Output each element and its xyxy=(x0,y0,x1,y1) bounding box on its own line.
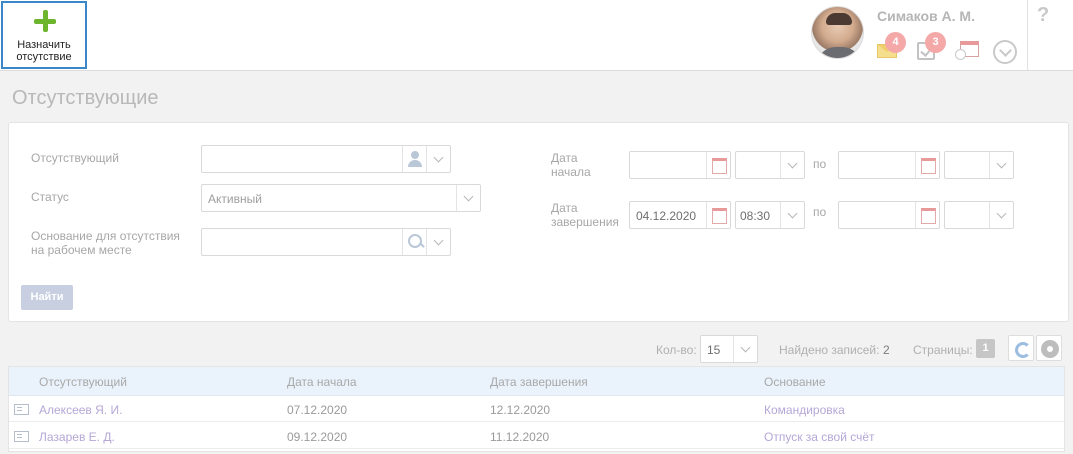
absent-name-link[interactable]: Лазарев Е. Д. xyxy=(39,430,115,444)
new-absence-label: Назначить отсутствие xyxy=(16,39,72,63)
calendar-icon[interactable] xyxy=(706,202,730,228)
reason-field[interactable] xyxy=(201,228,451,256)
find-button[interactable]: Найти xyxy=(21,285,73,310)
chevron-down-icon[interactable] xyxy=(456,185,480,211)
status-label: Статус xyxy=(31,190,69,204)
mail-count-badge: 4 xyxy=(885,32,906,53)
reason-link[interactable]: Отпуск за свой счёт xyxy=(764,430,875,444)
clock-icon xyxy=(955,49,966,60)
pages-label: Страницы: xyxy=(913,343,973,357)
person-icon[interactable] xyxy=(402,146,426,172)
avatar[interactable] xyxy=(811,6,864,59)
chevron-down-icon[interactable] xyxy=(780,202,804,228)
count-label: Кол-во: xyxy=(656,343,697,357)
start-time-to-select[interactable] xyxy=(944,151,1014,179)
start-date-from-field[interactable] xyxy=(629,151,731,179)
end-date-to-field[interactable] xyxy=(838,201,940,229)
column-header-start[interactable]: Дата начала xyxy=(287,375,357,389)
status-select[interactable]: Активный xyxy=(201,184,481,212)
refresh-icon[interactable] xyxy=(1008,335,1034,361)
chevron-down-icon[interactable] xyxy=(989,202,1013,228)
gear-icon[interactable] xyxy=(1036,335,1062,361)
start-date-label: Дата начала xyxy=(551,151,591,179)
count-select[interactable]: 15 xyxy=(700,335,758,363)
column-header-absent[interactable]: Отсутствующий xyxy=(39,375,127,389)
end-date-from-value: 04.12.2020 xyxy=(636,209,697,223)
top-bar: Назначить отсутствие Симаков А. М. 4 3 ? xyxy=(0,0,1073,71)
column-header-reason[interactable]: Основание xyxy=(764,375,826,389)
start-date-cell: 09.12.2020 xyxy=(287,430,348,444)
end-date-cell: 11.12.2020 xyxy=(490,430,550,444)
absent-field[interactable] xyxy=(201,145,451,173)
absent-label: Отсутствующий xyxy=(31,151,119,165)
calendar-icon[interactable] xyxy=(915,202,939,228)
start-time-from-select[interactable] xyxy=(735,151,805,179)
calendar-icon[interactable] xyxy=(955,41,979,61)
start-date-cell: 07.12.2020 xyxy=(287,403,348,417)
user-name[interactable]: Симаков А. М. xyxy=(877,8,975,24)
absences-table: Отсутствующий Дата начала Дата завершени… xyxy=(8,366,1065,452)
found-value: 2 xyxy=(883,343,890,357)
search-icon[interactable] xyxy=(402,229,426,255)
new-absence-button[interactable]: Назначить отсутствие xyxy=(1,1,87,69)
chevron-down-icon[interactable] xyxy=(426,146,450,172)
chevron-down-icon[interactable] xyxy=(780,152,804,178)
row-card-icon[interactable] xyxy=(14,404,29,415)
divider xyxy=(1027,0,1028,70)
end-time-from-value: 08:30 xyxy=(740,209,771,223)
page-title: Отсутствующие xyxy=(12,87,159,109)
chevron-down-icon[interactable] xyxy=(989,152,1013,178)
avatar-hair xyxy=(826,13,852,25)
to-label: по xyxy=(813,157,827,171)
filter-panel: Отсутствующий Статус Активный Основание … xyxy=(8,122,1069,322)
end-date-cell: 12.12.2020 xyxy=(490,403,551,417)
table-row[interactable]: Лазарев Е. Д. 09.12.2020 11.12.2020 Отпу… xyxy=(9,423,1064,449)
count-value: 15 xyxy=(707,343,721,357)
calendar-icon[interactable] xyxy=(706,152,730,178)
help-icon[interactable]: ? xyxy=(1037,4,1049,27)
row-card-icon[interactable] xyxy=(14,431,29,442)
end-time-from-select[interactable]: 08:30 xyxy=(735,201,805,229)
calendar-icon[interactable] xyxy=(915,152,939,178)
reason-label: Основание для отсутствия на рабочем мест… xyxy=(31,229,180,257)
to-label: по xyxy=(813,205,827,219)
found-label: Найдено записей: xyxy=(779,343,880,357)
avatar-shoulders xyxy=(816,47,862,58)
chevron-down-icon[interactable] xyxy=(993,40,1017,64)
table-row[interactable]: Алексеев Я. И. 07.12.2020 12.12.2020 Ком… xyxy=(9,396,1064,422)
chevron-down-icon[interactable] xyxy=(733,336,757,362)
end-date-label: Дата завершения xyxy=(551,201,619,229)
reason-link[interactable]: Командировка xyxy=(764,403,845,417)
task-count-badge: 3 xyxy=(925,32,946,53)
column-header-end[interactable]: Дата завершения xyxy=(490,375,588,389)
absent-name-link[interactable]: Алексеев Я. И. xyxy=(39,403,122,417)
end-date-from-field[interactable]: 04.12.2020 xyxy=(629,201,731,229)
start-date-to-field[interactable] xyxy=(838,151,940,179)
status-value: Активный xyxy=(208,192,262,206)
end-time-to-select[interactable] xyxy=(944,201,1014,229)
plus-icon xyxy=(34,10,56,32)
page-number-button[interactable]: 1 xyxy=(976,339,995,358)
chevron-down-icon[interactable] xyxy=(426,229,450,255)
table-header: Отсутствующий Дата начала Дата завершени… xyxy=(9,367,1064,396)
